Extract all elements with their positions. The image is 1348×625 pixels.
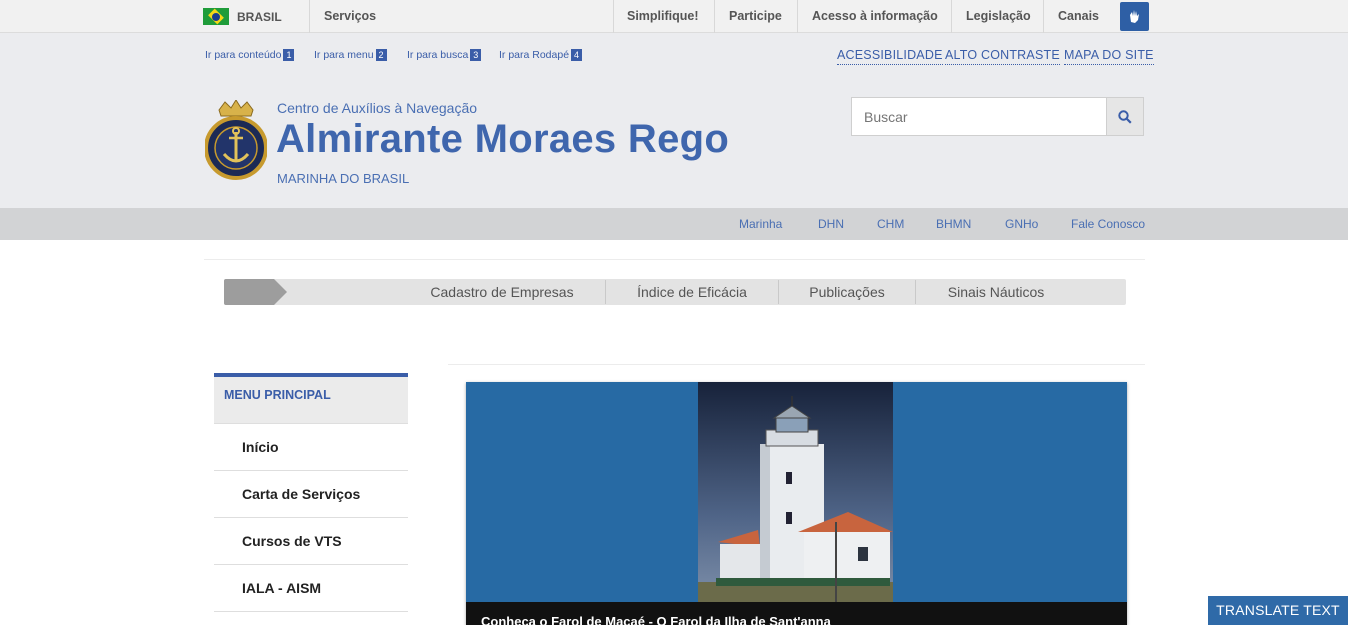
skip-number: 4 bbox=[571, 49, 583, 61]
service-link-marinha[interactable]: Marinha bbox=[739, 208, 782, 240]
sitemap-link[interactable]: MAPA DO SITE bbox=[1064, 48, 1154, 65]
translate-text-button[interactable]: TRANSLATE TEXT bbox=[1208, 596, 1348, 625]
skip-label: Ir para conteúdo bbox=[205, 49, 282, 61]
navy-emblem-logo[interactable] bbox=[204, 99, 268, 182]
brasil-link[interactable]: BRASIL bbox=[203, 0, 282, 33]
site-subtitle: Centro de Auxílios à Navegação bbox=[277, 100, 478, 116]
main-menu-header: MENU PRINCIPAL bbox=[214, 373, 408, 423]
divider bbox=[309, 0, 310, 33]
service-link-gnho[interactable]: GNHo bbox=[1005, 208, 1038, 240]
main-menu-title: MENU PRINCIPAL bbox=[224, 388, 331, 402]
simplifique-link[interactable]: Simplifique! bbox=[627, 0, 699, 33]
sidebar-item-label: IALA - AISM bbox=[242, 580, 322, 596]
search-button[interactable] bbox=[1106, 98, 1143, 135]
servicos-link[interactable]: Serviços bbox=[324, 0, 376, 33]
skip-label: Ir para busca bbox=[407, 49, 469, 61]
divider bbox=[797, 0, 798, 33]
legislacao-link[interactable]: Legislação bbox=[966, 0, 1031, 33]
participe-link[interactable]: Participe bbox=[729, 0, 782, 33]
brasil-label: BRASIL bbox=[237, 9, 282, 24]
tab-publicacoes[interactable]: Publicações bbox=[779, 279, 915, 305]
tab-indice-eficacia[interactable]: Índice de Eficácia bbox=[606, 279, 778, 305]
divider bbox=[613, 0, 614, 33]
search-box bbox=[851, 97, 1144, 136]
skip-label: Ir para Rodapé bbox=[499, 49, 570, 61]
service-link-fale-conosco[interactable]: Fale Conosco bbox=[1071, 208, 1145, 240]
service-link-bhmn[interactable]: BHMN bbox=[936, 208, 971, 240]
skip-number: 1 bbox=[283, 49, 295, 61]
skip-number: 2 bbox=[375, 49, 387, 61]
tab-cadastro-empresas[interactable]: Cadastro de Empresas bbox=[398, 279, 606, 305]
divider bbox=[714, 0, 715, 33]
divider bbox=[1043, 0, 1044, 33]
accessibility-link[interactable]: ACESSIBILIDADE bbox=[837, 48, 943, 65]
search-input[interactable] bbox=[852, 98, 1107, 135]
divider bbox=[951, 0, 952, 33]
service-link-dhn[interactable]: DHN bbox=[818, 208, 844, 240]
skip-number: 3 bbox=[470, 49, 482, 61]
sidebar-item-iala-aism[interactable]: IALA - AISM bbox=[214, 564, 408, 611]
skip-to-footer-link[interactable]: Ir para Rodapé 4 bbox=[499, 49, 583, 61]
canais-link[interactable]: Canais bbox=[1058, 0, 1099, 33]
sidebar-item-label: Carta de Serviços bbox=[242, 486, 361, 502]
sidebar-item-label: Início bbox=[242, 439, 279, 455]
brazil-flag-icon bbox=[203, 8, 229, 25]
search-icon bbox=[1118, 109, 1132, 124]
sidebar-item-label: Cursos de VTS bbox=[242, 533, 342, 549]
sidebar-item-carta-servicos[interactable]: Carta de Serviços bbox=[214, 470, 408, 517]
divider bbox=[204, 259, 1145, 260]
skip-to-content-link[interactable]: Ir para conteúdo 1 bbox=[205, 49, 295, 61]
service-link-chm[interactable]: CHM bbox=[877, 208, 904, 240]
carousel-caption-bar: Conheça o Farol de Macaé - O Farol da Il… bbox=[466, 602, 1127, 625]
acesso-informacao-link[interactable]: Acesso à informação bbox=[812, 0, 938, 33]
arrow-marker-icon bbox=[224, 279, 287, 305]
news-carousel[interactable]: Conheça o Farol de Macaé - O Farol da Il… bbox=[466, 382, 1127, 625]
lighthouse-photo bbox=[698, 382, 893, 625]
sidebar-item-cursos-vts[interactable]: Cursos de VTS bbox=[214, 517, 408, 564]
site-title[interactable]: Almirante Moraes Rego bbox=[276, 117, 729, 162]
high-contrast-link[interactable]: ALTO CONTRASTE bbox=[945, 48, 1060, 65]
divider bbox=[448, 364, 1145, 365]
carousel-caption[interactable]: Conheça o Farol de Macaé - O Farol da Il… bbox=[481, 614, 831, 625]
libras-hands-icon[interactable] bbox=[1120, 2, 1149, 31]
organization-name: MARINHA DO BRASIL bbox=[277, 171, 410, 186]
sidebar-item-inicio[interactable]: Início bbox=[214, 423, 408, 470]
skip-to-search-link[interactable]: Ir para busca 3 bbox=[407, 49, 482, 61]
services-bar bbox=[0, 208, 1348, 240]
skip-label: Ir para menu bbox=[314, 49, 374, 61]
tab-sinais-nauticos[interactable]: Sinais Náuticos bbox=[916, 279, 1076, 305]
skip-to-menu-link[interactable]: Ir para menu 2 bbox=[314, 49, 387, 61]
divider bbox=[214, 611, 408, 625]
